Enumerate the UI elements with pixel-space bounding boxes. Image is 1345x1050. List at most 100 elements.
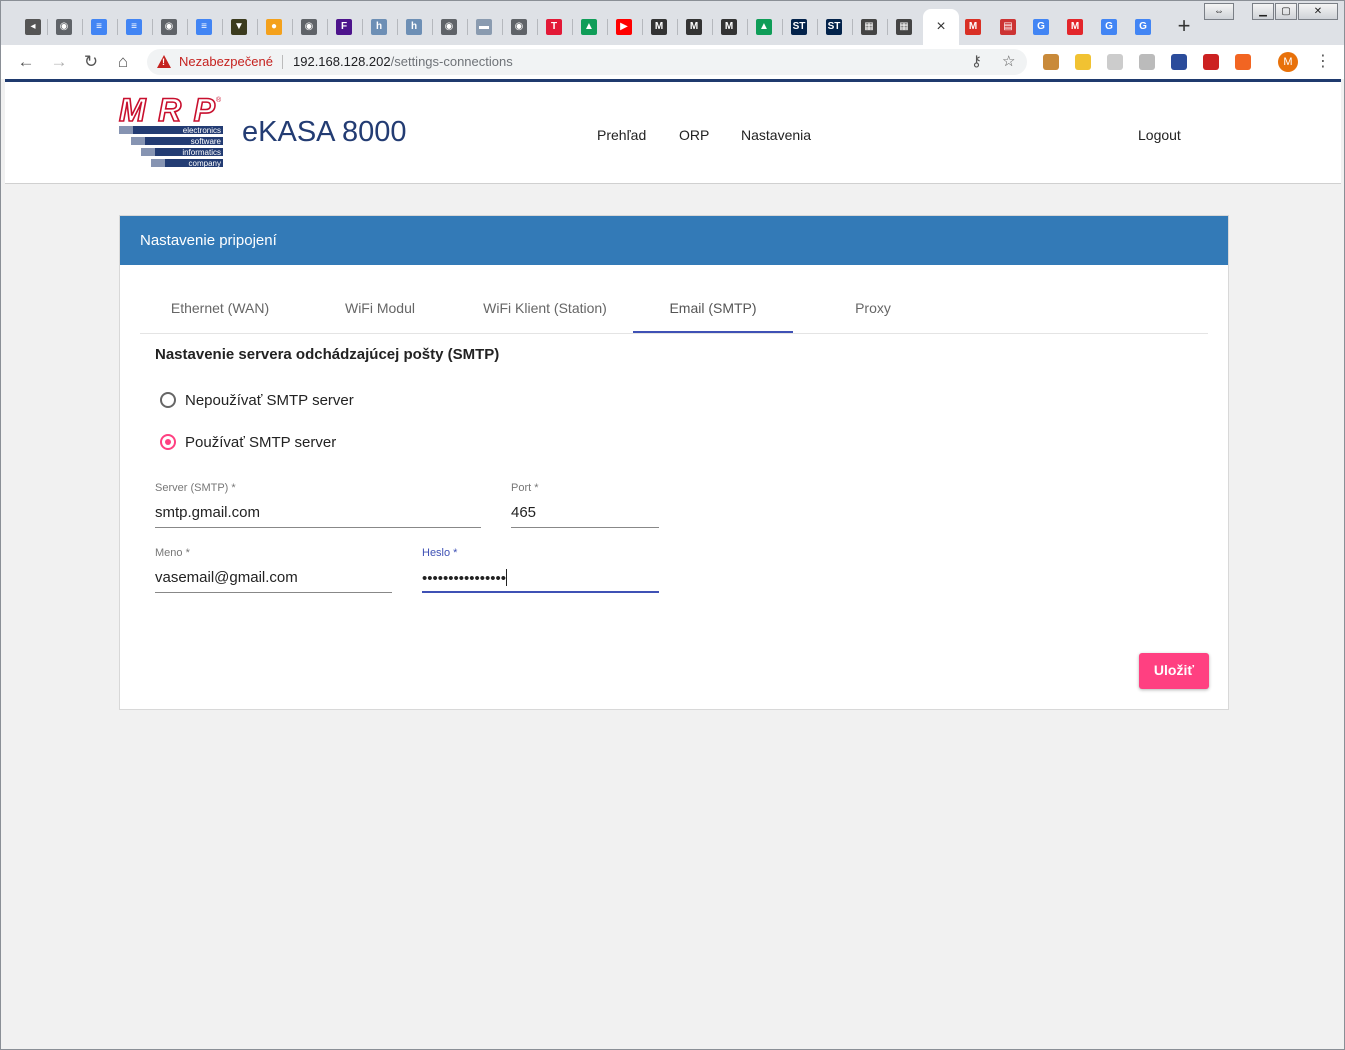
m-icon: M	[721, 19, 737, 35]
new-tab-button[interactable]: +	[1173, 15, 1195, 37]
logout-link[interactable]: Logout	[1138, 127, 1181, 143]
url-text[interactable]: 192.168.128.202/settings-connections	[293, 54, 513, 69]
browser-tab[interactable]: ◉	[505, 13, 533, 41]
address-bar[interactable]: Nezabezpečené 192.168.128.202/settings-c…	[147, 49, 1027, 75]
nav-settings[interactable]: Nastavenia	[741, 127, 811, 143]
username-field: Meno * vasemail@gmail.com	[155, 547, 392, 593]
close-window-icon[interactable]: ✕	[1298, 3, 1338, 20]
tab-separator	[817, 19, 818, 35]
menu-kebab-icon[interactable]: ⋮	[1315, 51, 1331, 71]
browser-tab[interactable]: T	[540, 13, 568, 41]
browser-tab[interactable]: M	[959, 13, 987, 41]
tab-email-smtp[interactable]: Email (SMTP)	[633, 284, 793, 333]
cast-icon[interactable]	[1107, 54, 1123, 70]
svg-text:MRP: MRP	[119, 94, 216, 128]
calendar-icon[interactable]	[1139, 54, 1155, 70]
lifebuoy-icon[interactable]	[1235, 54, 1251, 70]
tab-wifi-client[interactable]: WiFi Klient (Station)	[465, 284, 625, 333]
browser-tab[interactable]: ◂	[19, 13, 47, 41]
badge-icon[interactable]	[1203, 54, 1219, 70]
browser-tab[interactable]: ST	[820, 13, 848, 41]
flag-icon[interactable]	[1171, 54, 1187, 70]
radio-use-smtp[interactable]: Používať SMTP server	[160, 431, 336, 453]
fedex-icon: F	[336, 19, 352, 35]
browser-tab[interactable]: ▲	[575, 13, 603, 41]
browser-tab[interactable]: ●	[260, 13, 288, 41]
maximize-icon[interactable]: ▢	[1275, 3, 1297, 20]
profile-avatar[interactable]: M	[1278, 52, 1298, 72]
tab-separator	[887, 19, 888, 35]
browser-tab[interactable]: h	[365, 13, 393, 41]
minimize-icon[interactable]: ▁	[1252, 3, 1274, 20]
tab-strip: ◂ ◉ ≡ ≡ ◉ ≡ ▼ ● ◉ Fh h ◉ ▬ ◉ T ▲ ▶ M M M ▲ ST ST ▦ ▦ × M ▤ G M G G + …	[1, 1, 1344, 45]
address-divider	[282, 55, 283, 69]
window-resize-icon[interactable]: ⇔	[1204, 3, 1234, 20]
browser-tab[interactable]: G	[1129, 13, 1157, 41]
username-input[interactable]: vasemail@gmail.com	[155, 569, 392, 593]
h-icon: h	[371, 19, 387, 35]
browser-tab[interactable]: M	[645, 13, 673, 41]
browser-toolbar: ← → ↻ ⌂ Nezabezpečené 192.168.128.202/se…	[1, 45, 1344, 79]
browser-tab[interactable]: ▬	[470, 13, 498, 41]
save-button[interactable]: Uložiť	[1139, 653, 1209, 689]
reload-icon[interactable]: ↻	[80, 51, 102, 73]
browser-tab[interactable]: G	[1027, 13, 1055, 41]
settings-tabs: Ethernet (WAN) WiFi Modul WiFi Klient (S…	[140, 284, 1208, 334]
browser-tab[interactable]: ◉	[155, 13, 183, 41]
browser-tab[interactable]: ≡	[190, 13, 218, 41]
browser-tab[interactable]: ST	[785, 13, 813, 41]
back-arrow-icon[interactable]: ←	[15, 51, 37, 73]
tab-wifi-module[interactable]: WiFi Modul	[300, 284, 460, 333]
browser-tab[interactable]: ▦	[890, 13, 918, 41]
nav-orp[interactable]: ORP	[679, 127, 709, 143]
tab-ethernet[interactable]: Ethernet (WAN)	[140, 284, 300, 333]
radio-no-smtp[interactable]: Nepoužívať SMTP server	[160, 389, 354, 411]
browser-tab[interactable]: M	[1061, 13, 1089, 41]
security-status[interactable]: Nezabezpečené	[179, 54, 273, 69]
browser-tab[interactable]: ▼	[225, 13, 253, 41]
drive-icon: ▲	[581, 19, 597, 35]
server-input[interactable]: smtp.gmail.com	[155, 504, 481, 528]
tab-separator	[607, 19, 608, 35]
settings-card: Nastavenie pripojení Ethernet (WAN) WiFi…	[119, 215, 1229, 710]
globe-icon: ◉	[511, 19, 527, 35]
tab-separator	[257, 19, 258, 35]
globe-icon: ◉	[301, 19, 317, 35]
port-input[interactable]: 465	[511, 504, 659, 528]
browser-tab[interactable]: M	[715, 13, 743, 41]
browser-tab[interactable]: ◉	[50, 13, 78, 41]
browser-tab[interactable]: F	[330, 13, 358, 41]
forward-arrow-icon[interactable]: →	[48, 51, 70, 73]
browser-tab[interactable]: ≡	[85, 13, 113, 41]
nav-overview[interactable]: Prehľad	[597, 127, 646, 143]
tab-separator	[782, 19, 783, 35]
browser-tab[interactable]: ▤	[994, 13, 1022, 41]
browser-tab[interactable]: ▲	[750, 13, 778, 41]
browser-tab[interactable]: M	[680, 13, 708, 41]
tab-separator	[712, 19, 713, 35]
radio-circle-unchecked[interactable]	[160, 392, 176, 408]
browser-tab[interactable]: ▶	[610, 13, 638, 41]
radio-circle-checked[interactable]	[160, 434, 176, 450]
active-tab[interactable]: ×	[923, 9, 959, 45]
browser-tab[interactable]: ≡	[120, 13, 148, 41]
moon-icon[interactable]	[1075, 54, 1091, 70]
shield-crest-icon: ▼	[231, 19, 247, 35]
globe-icon: ◉	[56, 19, 72, 35]
home-icon[interactable]: ⌂	[112, 51, 134, 73]
tab-proxy[interactable]: Proxy	[793, 284, 953, 333]
browser-tab[interactable]: ◉	[435, 13, 463, 41]
password-input[interactable]: ••••••••••••••••	[422, 569, 659, 593]
key-icon[interactable]: ⚷	[971, 52, 982, 70]
st-icon: ST	[826, 19, 842, 35]
browser-tab[interactable]: G	[1095, 13, 1123, 41]
browser-tab[interactable]: ▦	[855, 13, 883, 41]
tab-separator	[677, 19, 678, 35]
browser-tab[interactable]: h	[400, 13, 428, 41]
browser-tab[interactable]: ◉	[295, 13, 323, 41]
server-field: Server (SMTP) * smtp.gmail.com	[155, 482, 481, 528]
close-tab-icon[interactable]: ×	[936, 18, 945, 36]
cookie-icon[interactable]	[1043, 54, 1059, 70]
drive-icon: ▲	[756, 19, 772, 35]
star-icon[interactable]: ☆	[1002, 52, 1015, 70]
